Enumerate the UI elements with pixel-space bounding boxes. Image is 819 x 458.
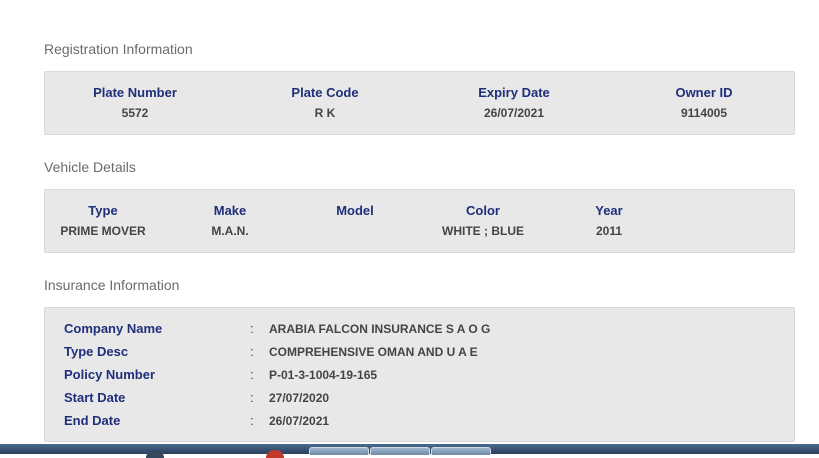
type-field: Type PRIME MOVER [53,203,153,238]
plate-code-field: Plate Code R K [265,85,385,120]
type-desc-row: Type Desc : COMPREHENSIVE OMAN AND U A E [64,344,784,364]
expiry-date-field: Expiry Date 26/07/2021 [454,85,574,120]
vehicle-panel: Type PRIME MOVER Make M.A.N. Model Color… [44,189,795,253]
plate-number-field: Plate Number 5572 [75,85,195,120]
policy-number-label: Policy Number [64,367,156,382]
expiry-date-label: Expiry Date [478,85,550,100]
separator: : [250,321,254,336]
year-field: Year 2011 [574,203,644,238]
color-value: WHITE ; BLUE [442,224,524,238]
color-field: Color WHITE ; BLUE [433,203,533,238]
type-desc-value: COMPREHENSIVE OMAN AND U A E [269,345,478,359]
plate-number-label: Plate Number [93,85,177,100]
taskbar-app-icon[interactable] [146,450,164,458]
start-date-row: Start Date : 27/07/2020 [64,390,784,410]
make-field: Make M.A.N. [190,203,270,238]
vehicle-section-title: Vehicle Details [44,159,136,175]
type-label: Type [88,203,118,218]
make-value: M.A.N. [211,224,249,238]
end-date-value: 26/07/2021 [269,414,330,428]
company-name-label: Company Name [64,321,163,336]
owner-id-value: 9114005 [680,106,728,120]
separator: : [250,390,254,405]
type-desc-label: Type Desc [64,344,129,359]
insurance-panel: Company Name : ARABIA FALCON INSURANCE S… [44,307,795,442]
color-label: Color [466,203,500,218]
expiry-date-value: 26/07/2021 [483,106,545,120]
owner-id-label: Owner ID [675,85,733,100]
start-date-label: Start Date [64,390,126,405]
taskbar-app-icon[interactable] [266,450,284,458]
type-value: PRIME MOVER [60,224,146,238]
end-date-label: End Date [64,413,121,428]
company-name-value: ARABIA FALCON INSURANCE S A O G [269,322,491,336]
policy-number-row: Policy Number : P-01-3-1004-19-165 [64,367,784,387]
registration-panel: Plate Number 5572 Plate Code R K Expiry … [44,71,795,135]
company-name-row: Company Name : ARABIA FALCON INSURANCE S… [64,321,784,341]
start-date-value: 27/07/2020 [269,391,330,405]
model-field: Model [315,203,395,224]
end-date-row: End Date : 26/07/2021 [64,413,784,433]
model-label: Model [336,203,374,218]
plate-number-value: 5572 [121,106,149,120]
separator: : [250,367,254,382]
year-label: Year [595,203,623,218]
owner-id-field: Owner ID 9114005 [644,85,764,120]
make-label: Make [213,203,247,218]
insurance-section-title: Insurance Information [44,277,180,293]
policy-number-value: P-01-3-1004-19-165 [269,368,378,382]
registration-section-title: Registration Information [44,41,193,57]
separator: : [250,344,254,359]
plate-code-label: Plate Code [291,85,359,100]
plate-code-value: R K [314,106,336,120]
separator: : [250,413,254,428]
year-value: 2011 [595,224,623,238]
